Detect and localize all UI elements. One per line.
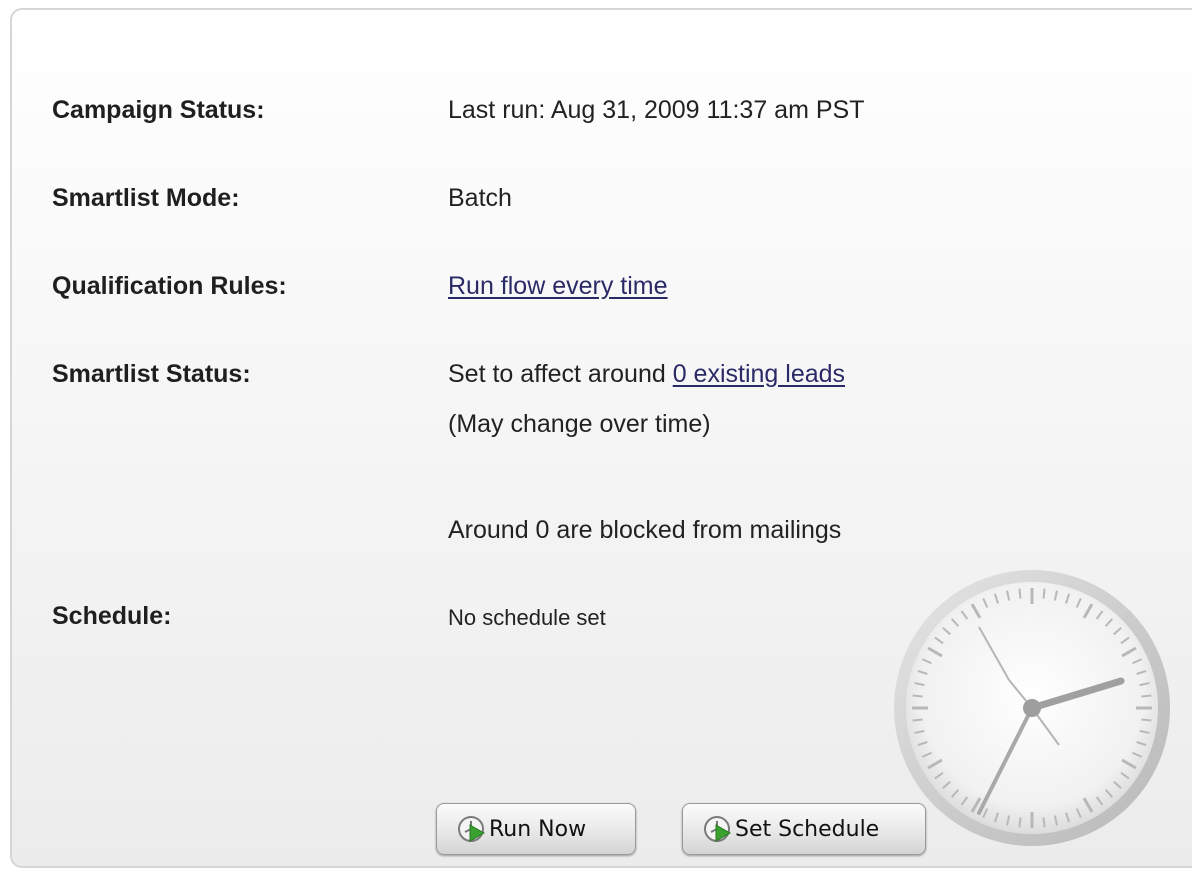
clock-tick: [1018, 817, 1022, 828]
run-now-label: Run Now: [489, 816, 587, 842]
smartlist-status-prefix: Set to affect around: [448, 360, 673, 388]
clock-tick: [1042, 588, 1046, 599]
campaign-schedule-panel: Campaign Status: Last run: Aug 31, 2009 …: [10, 8, 1192, 868]
smartlist-status-label: Smartlist Status:: [52, 360, 251, 388]
smartlist-status-note: (May change over time): [448, 410, 711, 438]
clock-tick: [912, 718, 923, 722]
blocked-from-mailings-text: Around 0 are blocked from mailings: [448, 516, 842, 544]
campaign-status-label: Campaign Status:: [52, 96, 265, 124]
clock-tick: [1141, 694, 1152, 698]
clock-tick: [1042, 817, 1046, 828]
schedule-value: No schedule set: [448, 605, 606, 630]
run-flow-every-time-link[interactable]: Run flow every time: [448, 272, 668, 300]
clock-tick: [1018, 588, 1022, 599]
set-schedule-label: Set Schedule: [735, 816, 880, 842]
smartlist-mode-value: Batch: [448, 184, 512, 212]
smartlist-mode-label: Smartlist Mode:: [52, 184, 240, 212]
clock-tick: [912, 694, 923, 698]
clock-tick: [1141, 718, 1152, 722]
wall-clock-icon: [894, 570, 1170, 846]
set-schedule-button[interactable]: Set Schedule: [682, 803, 926, 855]
smartlist-status-value: Set to affect around 0 existing leads: [448, 360, 845, 389]
run-now-button[interactable]: Run Now: [436, 803, 636, 855]
qualification-rules-value: Run flow every time: [448, 272, 668, 301]
schedule-label: Schedule:: [52, 602, 172, 630]
existing-leads-link[interactable]: 0 existing leads: [673, 360, 845, 388]
campaign-status-value: Last run: Aug 31, 2009 11:37 am PST: [448, 96, 865, 124]
qualification-rules-label: Qualification Rules:: [52, 272, 287, 300]
clock-play-icon: [704, 816, 732, 842]
clock-play-icon: [458, 816, 486, 842]
